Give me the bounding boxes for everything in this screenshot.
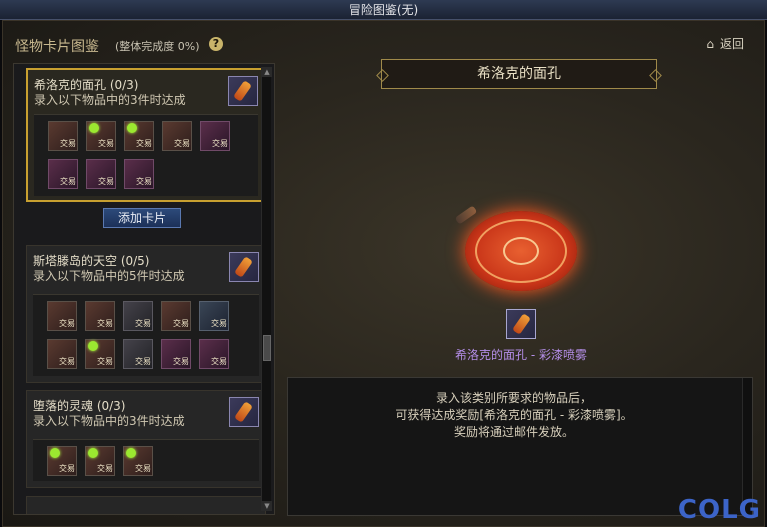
registered-gem-icon bbox=[127, 123, 137, 133]
card-item-slot[interactable]: 交易 bbox=[124, 159, 154, 189]
trade-label: 交易 bbox=[60, 139, 76, 148]
card-item-slot[interactable]: 交易 bbox=[48, 121, 78, 151]
watermark-logo: COLG bbox=[677, 495, 761, 525]
desc-line: 奖励将通过邮件发放。 bbox=[453, 425, 574, 439]
card-item-slot[interactable]: 交易 bbox=[47, 339, 77, 369]
page-title: 怪物卡片图鉴 bbox=[15, 39, 99, 55]
trade-label: 交易 bbox=[60, 177, 76, 186]
card-items: 交易 交易 交易 交易 交易 交易 交易 交易 bbox=[34, 114, 258, 196]
card-list-panel: 希洛克的面孔 (0/3) 录入以下物品中的3件时达成 交易 交易 交易 交易 交易 交易交… bbox=[13, 63, 275, 515]
registered-gem-icon bbox=[89, 123, 99, 133]
card-item-slot[interactable]: 交易 bbox=[123, 339, 153, 369]
trade-label: 交易 bbox=[174, 139, 190, 148]
card-item-slot[interactable]: 交易 bbox=[199, 301, 229, 331]
window-title: 冒险图鉴(无) bbox=[348, 3, 419, 17]
trade-label: 交易 bbox=[135, 464, 151, 473]
card-item-slot[interactable]: 交易 bbox=[85, 446, 115, 476]
card-item-slot[interactable]: 交易 bbox=[48, 159, 78, 189]
card-item-slot[interactable]: 交易 bbox=[161, 301, 191, 331]
registered-gem-icon bbox=[126, 448, 136, 458]
card-item-slot[interactable]: 交易 bbox=[47, 446, 77, 476]
card-set-2[interactable]: 堕落的灵魂 (0/3) 录入以下物品中的3件时达成 交易 交易 交易 bbox=[26, 390, 266, 488]
scroll-thumb[interactable] bbox=[263, 335, 271, 361]
trade-label: 交易 bbox=[211, 319, 227, 328]
desc-line: 录入该类别所要求的物品后， bbox=[435, 391, 592, 405]
scroll-down-icon[interactable]: ▼ bbox=[262, 501, 272, 511]
card-items: 交易 交易 交易 bbox=[33, 439, 259, 481]
help-icon[interactable]: ? bbox=[209, 37, 223, 51]
small-item-icon bbox=[454, 205, 478, 225]
card-item-slot[interactable]: 交易 bbox=[124, 121, 154, 151]
registered-gem-icon bbox=[50, 448, 60, 458]
home-icon: ⌂ bbox=[706, 37, 714, 51]
trade-label: 交易 bbox=[136, 139, 152, 148]
trade-label: 交易 bbox=[173, 357, 189, 366]
back-button[interactable]: ⌂ 返回 bbox=[706, 35, 744, 52]
registered-gem-icon bbox=[88, 341, 98, 351]
card-set-desc: 录入以下物品中的3件时达成 bbox=[34, 93, 186, 107]
desc-line: 可获得达成奖励[希洛克的面孔 - 彩漆喷雾]。 bbox=[395, 408, 633, 422]
card-set-0[interactable]: 希洛克的面孔 (0/3) 录入以下物品中的3件时达成 交易 交易 交易 交易 交易 交易交… bbox=[26, 68, 266, 202]
card-item-slot[interactable]: 交易 bbox=[85, 339, 115, 369]
trade-label: 交易 bbox=[135, 357, 151, 366]
completion-rate: (整体完成度 0%) bbox=[115, 40, 200, 53]
trade-label: 交易 bbox=[59, 357, 75, 366]
siroco-face-emblem bbox=[465, 211, 577, 291]
card-item-slot[interactable]: 交易 bbox=[161, 339, 191, 369]
reward-icon[interactable] bbox=[229, 397, 259, 427]
trade-label: 交易 bbox=[98, 177, 114, 186]
reward-preview-name: 希洛克的面孔 - 彩漆喷雾 bbox=[455, 348, 587, 362]
card-item-slot[interactable]: 交易 bbox=[47, 301, 77, 331]
emblem-core bbox=[503, 237, 539, 265]
trade-label: 交易 bbox=[136, 177, 152, 186]
card-item-slot[interactable]: 交易 bbox=[200, 121, 230, 151]
reward-preview-icon[interactable] bbox=[506, 309, 536, 339]
trade-label: 交易 bbox=[97, 357, 113, 366]
card-set-partial[interactable] bbox=[26, 496, 266, 514]
card-item-slot[interactable]: 交易 bbox=[85, 301, 115, 331]
card-item-slot[interactable]: 交易 bbox=[162, 121, 192, 151]
card-item-slot[interactable]: 交易 bbox=[199, 339, 229, 369]
trade-label: 交易 bbox=[59, 319, 75, 328]
back-label: 返回 bbox=[719, 37, 744, 51]
trade-label: 交易 bbox=[97, 319, 113, 328]
trade-label: 交易 bbox=[173, 319, 189, 328]
card-item-slot[interactable]: 交易 bbox=[86, 159, 116, 189]
trade-label: 交易 bbox=[211, 357, 227, 366]
card-item-slot[interactable]: 交易 bbox=[123, 446, 153, 476]
card-item-slot[interactable]: 交易 bbox=[123, 301, 153, 331]
trade-label: 交易 bbox=[98, 139, 114, 148]
card-set-desc: 录入以下物品中的5件时达成 bbox=[33, 269, 185, 283]
trade-label: 交易 bbox=[135, 319, 151, 328]
card-set-1[interactable]: 斯塔滕岛的天空 (0/5) 录入以下物品中的5件时达成 交易 交易 交易 交易 交易 交易… bbox=[26, 245, 266, 383]
detail-title: 希洛克的面孔 bbox=[381, 59, 657, 89]
card-item-slot[interactable]: 交易 bbox=[86, 121, 116, 151]
card-list-scrollbar[interactable]: ▲ ▼ bbox=[261, 67, 272, 511]
trade-label: 交易 bbox=[212, 139, 228, 148]
card-items: 交易 交易 交易 交易 交易 交易 交易 交易 交易 交易 bbox=[33, 294, 259, 376]
trade-label: 交易 bbox=[59, 464, 75, 473]
scroll-up-icon[interactable]: ▲ bbox=[262, 67, 272, 77]
reward-icon[interactable] bbox=[229, 252, 259, 282]
card-set-desc: 录入以下物品中的3件时达成 bbox=[33, 414, 185, 428]
registered-gem-icon bbox=[88, 448, 98, 458]
reward-icon[interactable] bbox=[228, 76, 258, 106]
trade-label: 交易 bbox=[97, 464, 113, 473]
window-title-bar: 冒险图鉴(无) bbox=[0, 0, 767, 20]
add-card-button[interactable]: 添加卡片 bbox=[103, 208, 181, 228]
adventure-codex-window: 怪物卡片图鉴 (整体完成度 0%) ? ⌂ 返回 希洛克的面孔 (0/3) 录入以… bbox=[2, 20, 765, 527]
